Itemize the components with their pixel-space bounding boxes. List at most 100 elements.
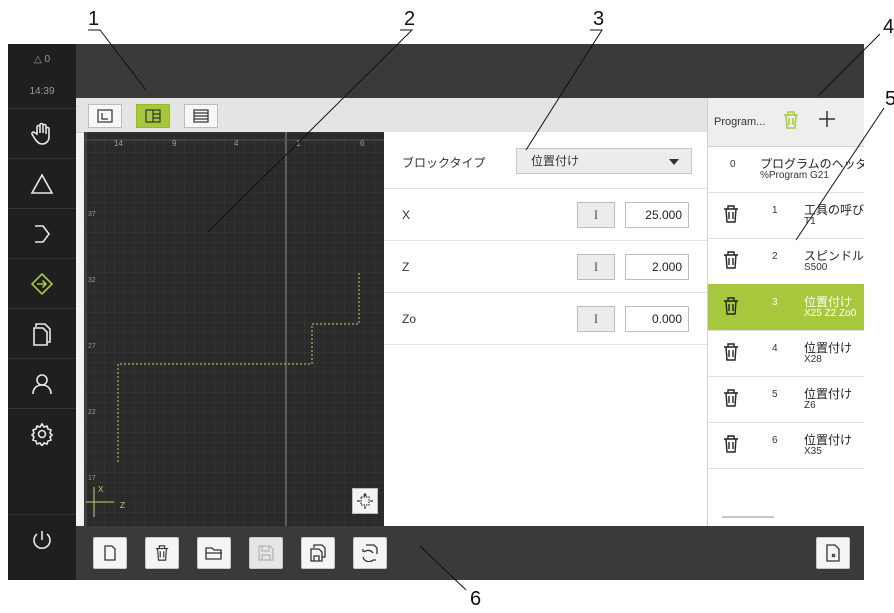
- ruler-tick: 17: [88, 475, 96, 482]
- fit-view-button[interactable]: [352, 488, 378, 514]
- axis-x-label: X: [98, 485, 104, 494]
- block-code: X28: [804, 354, 822, 365]
- program-panel: Program... 0 プログラムのヘッダ %Program G21 1 工具…: [707, 98, 864, 526]
- program-block-3-selected[interactable]: 3 位置付け X25 Z2 Zo0: [708, 284, 864, 331]
- save-as-icon: [310, 544, 326, 562]
- program-block-0[interactable]: 0 プログラムのヘッダ %Program G21: [708, 146, 864, 193]
- ruler-tick: 37: [88, 211, 96, 218]
- delete-block-button[interactable]: [722, 388, 740, 413]
- sync-program-button[interactable]: [353, 537, 387, 569]
- program-block-1[interactable]: 1 工具の呼び T1: [708, 192, 864, 239]
- callout-5: 5: [885, 88, 894, 110]
- menu-user-login[interactable]: [8, 358, 76, 409]
- menu-program-run[interactable]: [8, 208, 76, 259]
- block-number: 3: [772, 297, 778, 308]
- open-folder-icon: [205, 547, 222, 560]
- delete-block-button[interactable]: [722, 434, 740, 459]
- contour-graphic: 14 9 4 1 6 37 32 27 22 17 X Z: [84, 132, 384, 526]
- field-label-z: Z: [402, 260, 410, 274]
- axis-z-label: Z: [120, 501, 125, 510]
- ruler-tick: 9: [172, 139, 177, 148]
- block-code: T1: [804, 216, 816, 227]
- block-number: 2: [772, 251, 778, 262]
- delete-block-button[interactable]: [722, 296, 740, 321]
- warning-count[interactable]: △ 0: [8, 54, 76, 65]
- view-toolbar: [76, 98, 707, 133]
- device-screen: △ 0 14:39 14 9 4 1 6 37 32 27 22 17 X Z …: [8, 44, 864, 580]
- callout-1: 1: [88, 8, 100, 30]
- block-code: X25 Z2 Zo0: [804, 308, 857, 319]
- ruler-tick: 27: [88, 343, 96, 350]
- menu-settings[interactable]: [8, 408, 76, 459]
- value-field-x[interactable]: 25.000: [625, 202, 689, 228]
- block-type-row: ブロックタイプ 位置付け: [384, 132, 707, 189]
- block-number: 5: [772, 389, 778, 400]
- value-field-zo[interactable]: 0.000: [625, 306, 689, 332]
- menu-mdi[interactable]: [8, 158, 76, 209]
- delete-block-button[interactable]: [722, 342, 740, 367]
- trash-icon: [724, 297, 738, 315]
- field-label-zo: Zo: [402, 312, 417, 326]
- add-block-button[interactable]: [816, 108, 838, 135]
- file-toolbar: [76, 526, 864, 580]
- delete-block-button[interactable]: [722, 250, 740, 275]
- teach-button-zo[interactable]: I: [577, 306, 615, 332]
- top-bar: [76, 44, 864, 98]
- open-program-button[interactable]: [197, 537, 231, 569]
- delete-block-button[interactable]: [722, 204, 740, 229]
- callout-6: 6: [470, 588, 482, 610]
- callout-3: 3: [593, 8, 605, 30]
- sync-icon: [362, 544, 378, 562]
- ruler-tick: 4: [234, 139, 239, 148]
- value-field-z[interactable]: 2.000: [625, 254, 689, 280]
- block-number: 0: [730, 159, 736, 170]
- program-header: Program...: [708, 98, 864, 147]
- block-code: %Program G21: [760, 170, 829, 181]
- ruler-tick: 6: [360, 139, 365, 148]
- block-type-value: 位置付け: [531, 154, 580, 168]
- program-run-icon: [30, 272, 54, 296]
- close-program-button[interactable]: [816, 537, 850, 569]
- scroll-indicator[interactable]: [722, 516, 774, 518]
- arrow-right-icon: [35, 225, 50, 243]
- trash-icon: [724, 435, 738, 453]
- list-view-button[interactable]: [184, 104, 218, 128]
- fit-view-icon: [357, 493, 373, 509]
- trash-icon: [724, 205, 738, 223]
- teach-button-x[interactable]: I: [577, 202, 615, 228]
- delete-program-button[interactable]: [782, 110, 800, 135]
- save-as-button[interactable]: [301, 537, 335, 569]
- menu-manual-operation[interactable]: [8, 108, 76, 159]
- menu-file-management[interactable]: [8, 308, 76, 359]
- new-program-button[interactable]: [93, 537, 127, 569]
- block-code: X35: [804, 446, 822, 457]
- ruler-tick: 22: [88, 409, 96, 416]
- block-number: 1: [772, 205, 778, 216]
- menu-switch-off[interactable]: [8, 514, 76, 565]
- ruler-tick: 1: [296, 139, 301, 148]
- split-view-icon: [145, 109, 161, 123]
- program-block-2[interactable]: 2 スピンドル S500: [708, 238, 864, 285]
- program-block-6[interactable]: 6 位置付け X35: [708, 422, 864, 469]
- graphic-view-button[interactable]: [88, 104, 122, 128]
- graphic-window[interactable]: 14 9 4 1 6 37 32 27 22 17 X Z: [84, 132, 384, 526]
- trash-icon: [784, 111, 798, 129]
- form-row-x: X I 25.000: [384, 188, 707, 241]
- block-code: S500: [804, 262, 828, 273]
- teach-button-z[interactable]: I: [577, 254, 615, 280]
- split-view-button[interactable]: [136, 104, 170, 128]
- program-block-4[interactable]: 4 位置付け X28: [708, 330, 864, 377]
- triangle-icon: [30, 173, 54, 194]
- delete-program-file-button[interactable]: [145, 537, 179, 569]
- trash-icon: [724, 251, 738, 269]
- documents-icon: [33, 323, 51, 346]
- menu-programming[interactable]: [8, 258, 76, 309]
- delete-icon: [155, 545, 169, 561]
- save-program-button[interactable]: [249, 537, 283, 569]
- program-block-5[interactable]: 5 位置付け Z6: [708, 376, 864, 423]
- trash-icon: [724, 389, 738, 407]
- block-number: 4: [772, 343, 778, 354]
- user-icon: [32, 374, 52, 395]
- block-type-select[interactable]: 位置付け: [516, 148, 692, 174]
- field-label-x: X: [402, 208, 411, 222]
